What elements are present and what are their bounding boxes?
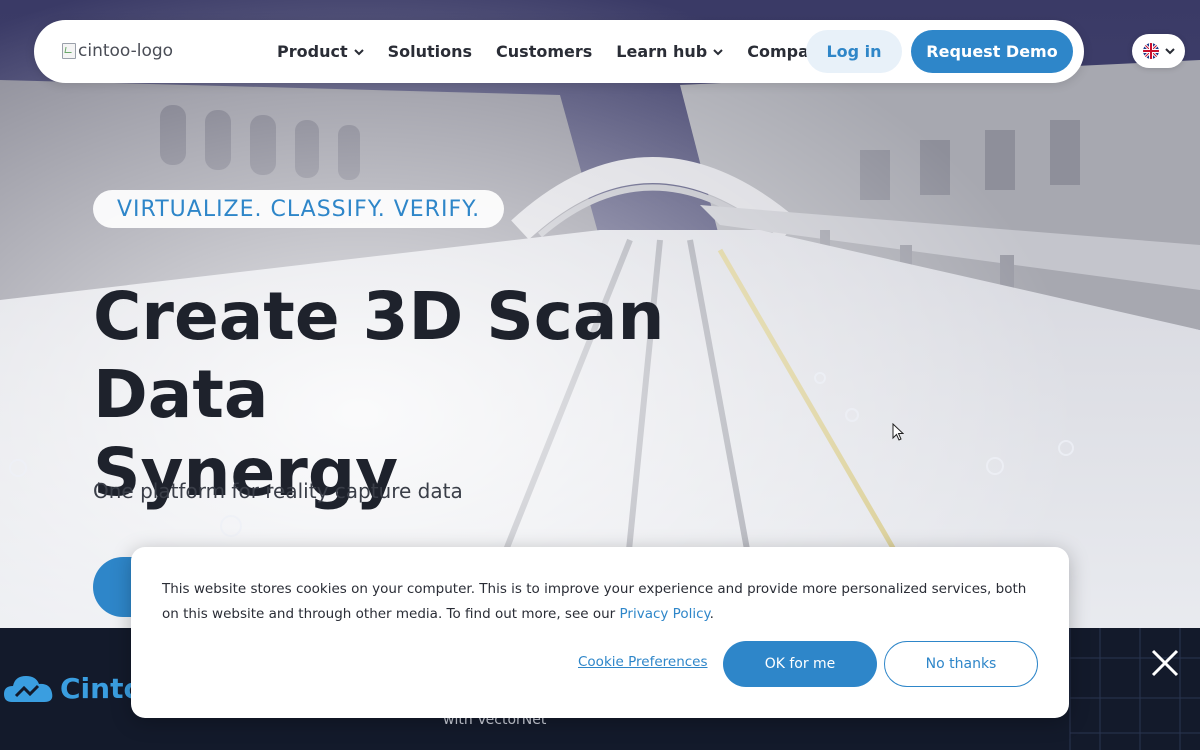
cookie-message-text: This website stores cookies on your comp… bbox=[162, 581, 1027, 622]
hero-subline: One platform for reality capture data bbox=[93, 479, 463, 503]
chevron-down-icon bbox=[713, 48, 723, 55]
privacy-policy-link[interactable]: Privacy Policy bbox=[620, 606, 710, 622]
hero-headline: Create 3D Scan Data Synergy bbox=[93, 278, 813, 512]
logo-alt-text: cintoo-logo bbox=[78, 41, 174, 61]
nav-item-customers[interactable]: Customers bbox=[496, 42, 592, 61]
close-icon[interactable] bbox=[1148, 646, 1182, 680]
decline-cookies-button[interactable]: No thanks bbox=[884, 641, 1038, 687]
nav-item-label: Learn hub bbox=[616, 42, 708, 61]
headline-line-1: Create 3D Scan Data bbox=[93, 278, 665, 433]
cookie-preferences-link[interactable]: Cookie Preferences bbox=[578, 654, 708, 670]
chevron-down-icon bbox=[1164, 48, 1175, 55]
accept-cookies-button[interactable]: OK for me bbox=[723, 641, 877, 687]
top-navbar: cintoo-logo Product Solutions Customers … bbox=[34, 20, 1084, 83]
chevron-down-icon bbox=[353, 48, 364, 55]
nav-item-product[interactable]: Product bbox=[277, 42, 364, 61]
nav-item-learn-hub[interactable]: Learn hub bbox=[616, 42, 723, 61]
cookie-message: This website stores cookies on your comp… bbox=[162, 577, 1042, 627]
nav-menu: Product Solutions Customers Learn hub Co… bbox=[277, 20, 871, 83]
request-demo-button[interactable]: Request Demo bbox=[911, 30, 1073, 73]
cloud-icon bbox=[4, 676, 53, 702]
broken-image-icon bbox=[62, 43, 76, 59]
language-selector[interactable] bbox=[1132, 34, 1185, 68]
hero-tagline: VIRTUALIZE. CLASSIFY. VERIFY. bbox=[93, 190, 505, 228]
nav-item-label: Solutions bbox=[387, 42, 473, 61]
nav-item-label: Product bbox=[277, 42, 348, 61]
cintoo-logo[interactable]: cintoo-logo bbox=[62, 39, 173, 63]
cookie-consent-dialog: This website stores cookies on your comp… bbox=[131, 547, 1069, 718]
nav-item-solutions[interactable]: Solutions bbox=[388, 42, 472, 61]
uk-flag-icon bbox=[1142, 43, 1159, 59]
cookie-message-end: . bbox=[709, 606, 714, 622]
mouse-cursor-icon bbox=[892, 423, 904, 441]
nav-item-label: Customers bbox=[496, 42, 593, 61]
login-button[interactable]: Log in bbox=[806, 30, 902, 73]
